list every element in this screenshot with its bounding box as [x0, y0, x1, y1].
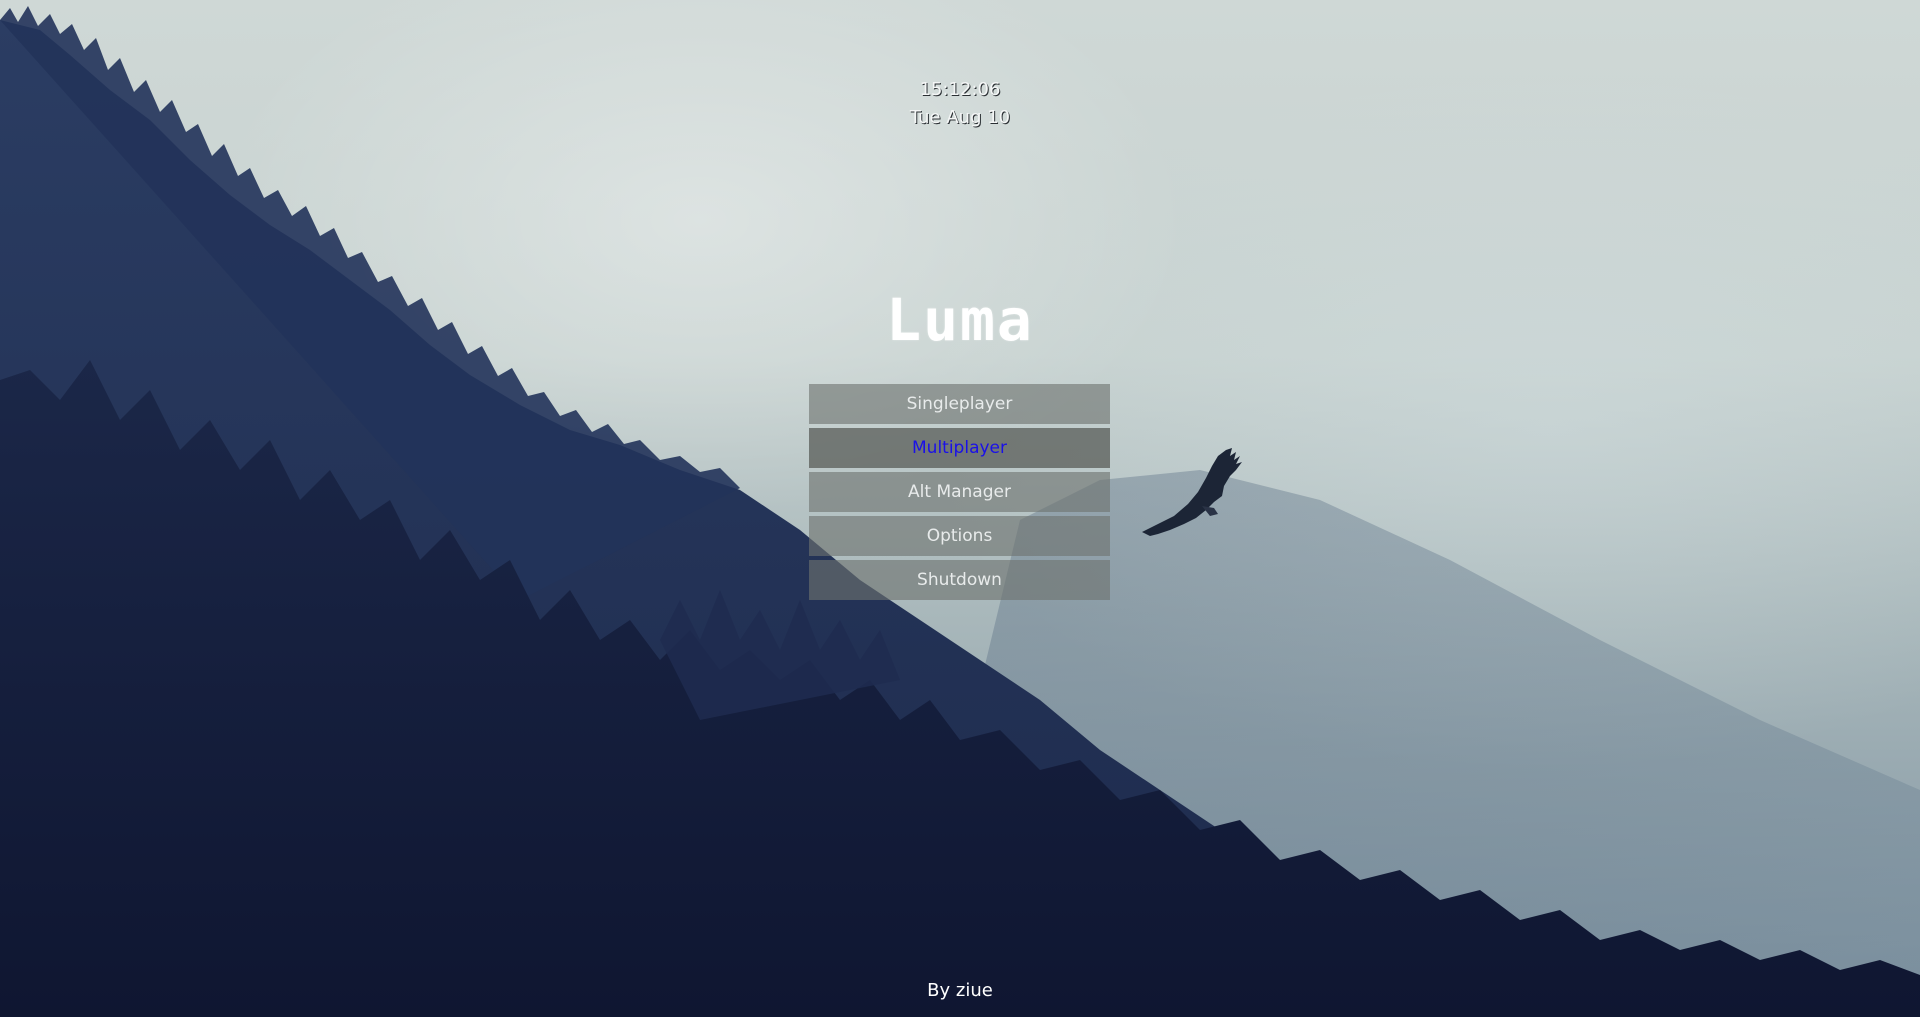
clock-date: Tue Aug 10	[909, 107, 1011, 128]
author-credit: By ziue	[927, 980, 993, 1001]
alt-manager-button[interactable]: Alt Manager	[809, 472, 1110, 512]
game-title: Luma	[886, 286, 1034, 354]
options-button[interactable]: Options	[809, 516, 1110, 556]
clock-time: 15:12:06	[919, 79, 1001, 100]
shutdown-button[interactable]: Shutdown	[809, 560, 1110, 600]
multiplayer-button[interactable]: Multiplayer	[809, 428, 1110, 468]
main-menu: Singleplayer Multiplayer Alt Manager Opt…	[809, 384, 1110, 600]
eagle-icon	[1142, 448, 1242, 536]
singleplayer-button[interactable]: Singleplayer	[809, 384, 1110, 424]
